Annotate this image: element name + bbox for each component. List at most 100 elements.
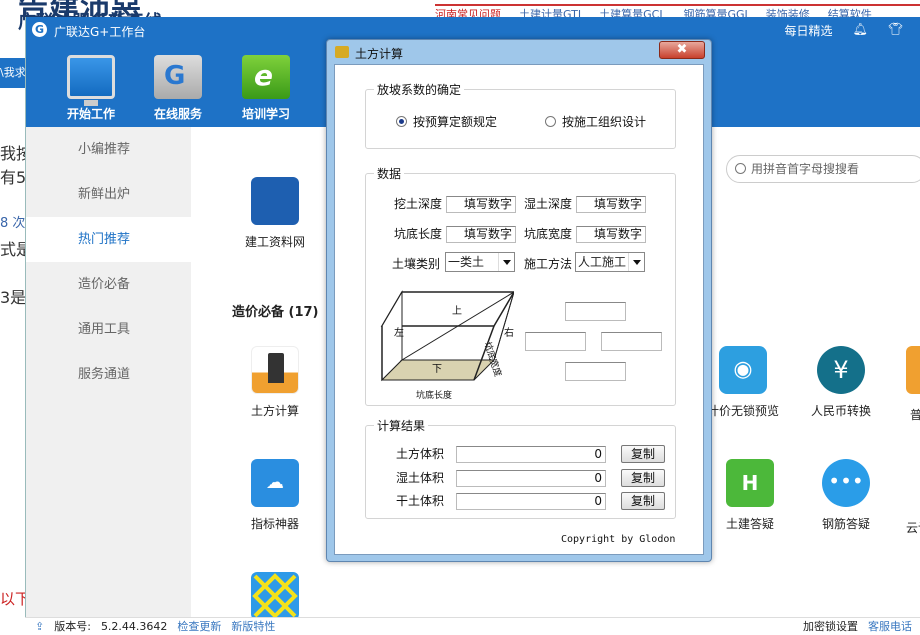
app-icon-civil-qa[interactable]: H 土建答疑: [712, 459, 788, 532]
diagram-top-input[interactable]: [565, 302, 626, 321]
version-number: 5.2.44.3642: [100, 620, 168, 633]
bg-side-tab[interactable]: \我求: [0, 58, 26, 88]
chat-bubble-icon: •••: [822, 459, 870, 507]
yuan-icon: ¥: [817, 346, 865, 394]
chevron-down-icon: [498, 253, 514, 271]
partial-app-label: 普: [910, 408, 920, 422]
sidebar-item-editor-picks[interactable]: 小编推荐: [26, 127, 191, 172]
diagram-left-label: 左: [394, 328, 404, 339]
lock-settings-link[interactable]: 加密锁设置: [803, 618, 858, 635]
sidebar-item-fresh[interactable]: 新鲜出炉: [26, 172, 191, 217]
toolbar-label: 在线服务: [153, 107, 202, 121]
pit-length-input[interactable]: 填写数字: [446, 226, 516, 243]
toolbar-training-button[interactable]: e 培训学习: [231, 55, 301, 122]
close-button[interactable]: ✖: [659, 41, 705, 59]
bg-text-fragment: 我按: [0, 144, 26, 163]
app-icon-label: 计价无锁预览: [706, 404, 779, 418]
eye-icon: ◉: [719, 346, 767, 394]
version-icon: ⇪: [35, 620, 45, 633]
wet-depth-label: 湿土深度: [524, 197, 573, 211]
diagram-left-input[interactable]: [525, 332, 586, 351]
pit-width-input[interactable]: 填写数字: [576, 226, 646, 243]
version-label: 版本号:: [54, 620, 91, 633]
app-icon-indicator[interactable]: ☁ 指标神器: [237, 459, 313, 532]
bg-text-fragment: 以下: [0, 590, 26, 608]
radio-construction-design[interactable]: 按施工组织设计: [545, 113, 646, 130]
wet-depth-input[interactable]: 填写数字: [576, 196, 646, 213]
bg-text-fragment: [0, 188, 26, 212]
slope-group: 放坡系数的确定 按预算定额规定 按施工组织设计: [365, 81, 676, 149]
check-update-link[interactable]: 检查更新: [177, 618, 221, 635]
data-group: 数据 挖土深度 填写数字 湿土深度 填写数字 坑底长度 填写数字 坑底宽度 填写…: [365, 165, 676, 406]
training-icon: e: [242, 55, 290, 99]
toolbar-start-work-button[interactable]: 开始工作: [56, 55, 126, 122]
copy-wet-volume-button[interactable]: 复制: [621, 469, 665, 487]
copyright-text: Copyright by Glodon: [561, 534, 676, 545]
bg-text-fragment: 3是: [0, 288, 26, 307]
customer-service-link[interactable]: 客服电话: [868, 618, 912, 635]
app-icon-label: 建工资料网: [244, 235, 305, 249]
sidebar-item-general-tools[interactable]: 通用工具: [26, 307, 191, 352]
new-features-link[interactable]: 新版特性: [231, 618, 275, 635]
monitor-icon: [67, 55, 115, 106]
wet-volume-output: 0: [456, 470, 606, 487]
app-icon-rmb-convert[interactable]: ¥ 人民币转换: [803, 346, 879, 419]
result-group: 计算结果 土方体积 0 复制 湿土体积 0 复制 干土体积 0 复制: [365, 417, 676, 519]
earth-volume-output: 0: [456, 446, 606, 463]
chevron-down-icon: [628, 253, 644, 271]
dialog-title: 土方计算: [355, 47, 404, 61]
dry-volume-label: 干土体积: [396, 494, 445, 508]
toolbar-label: 培训学习: [241, 107, 290, 121]
app-icon-earthwork[interactable]: 土方计算: [237, 346, 313, 419]
diagram-right-input[interactable]: [601, 332, 662, 351]
app-icon-construction-data[interactable]: 建工资料网: [237, 177, 313, 250]
shirt-skin-icon[interactable]: 👕︎: [888, 22, 903, 39]
result-group-label: 计算结果: [374, 417, 429, 434]
earth-volume-label: 土方体积: [396, 447, 445, 461]
bg-text-fragment: 式是: [0, 240, 26, 259]
copy-dry-volume-button[interactable]: 复制: [621, 492, 665, 510]
partial-app-icon[interactable]: [906, 346, 920, 394]
sidebar-item-cost-essentials[interactable]: 造价必备: [26, 262, 191, 307]
search-placeholder: 用拼音首字母搜搜看: [751, 162, 860, 176]
partial-app-label: 云计: [906, 521, 920, 535]
notification-bell-icon[interactable]: 🔔︎: [853, 22, 868, 39]
soil-type-value: 一类土: [448, 255, 485, 269]
wet-volume-label: 湿土体积: [396, 471, 445, 485]
search-icon: [735, 163, 746, 174]
app-icon-label: 钢筋答疑: [821, 517, 870, 531]
diagram-bottom-input[interactable]: [565, 362, 626, 381]
radio-selected-icon: [396, 116, 407, 127]
status-bar: ⇪ 版本号: 5.2.44.3642 检查更新 新版特性 加密锁设置 客服电话: [25, 617, 920, 635]
bg-text-fragment: 8 次: [0, 216, 26, 231]
app-icon-label: 人民币转换: [810, 404, 871, 418]
diagram-pit-length-label: 坑底长度: [416, 391, 453, 401]
dry-volume-output: 0: [456, 493, 606, 510]
dialog-body: 放坡系数的确定 按预算定额规定 按施工组织设计 数据 挖土深度 填写数字 湿土深…: [334, 64, 704, 555]
radio-budget-quota[interactable]: 按预算定额规定: [396, 113, 497, 130]
toolbar-online-service-button[interactable]: G 在线服务: [143, 55, 213, 122]
construction-data-icon: [251, 177, 299, 225]
method-value: 人工施工: [578, 255, 627, 269]
dialog-titlebar[interactable]: 土方计算 ✖: [327, 40, 711, 64]
pit-length-label: 坑底长度: [394, 227, 443, 241]
soil-type-select[interactable]: 一类土: [445, 252, 515, 272]
dig-depth-label: 挖土深度: [394, 197, 443, 211]
app-title: 广联达G+工作台: [54, 25, 146, 39]
radio-label: 按预算定额规定: [413, 115, 498, 129]
app-logo-icon: G: [32, 22, 47, 37]
soil-type-label: 土壤类别: [392, 257, 441, 271]
sidebar-item-service-channel[interactable]: 服务通道: [26, 352, 191, 397]
search-input[interactable]: 用拼音首字母搜搜看: [726, 155, 920, 183]
sidebar-item-hot[interactable]: 热门推荐: [26, 217, 191, 262]
diagram-bottom-label: 下: [432, 364, 442, 375]
radio-label: 按施工组织设计: [562, 115, 647, 129]
daily-picks-link[interactable]: 每日精选: [785, 22, 833, 39]
method-select[interactable]: 人工施工: [575, 252, 645, 272]
bg-article-fragments: 我按 有5 8 次 式是 3是: [0, 140, 26, 308]
app-icon-price-preview[interactable]: ◉ 计价无锁预览: [700, 346, 786, 419]
copy-earth-volume-button[interactable]: 复制: [621, 445, 665, 463]
app-icon-rebar-qa[interactable]: ••• 钢筋答疑: [808, 459, 884, 532]
bg-text-fragment: [0, 260, 26, 284]
dig-depth-input[interactable]: 填写数字: [446, 196, 516, 213]
